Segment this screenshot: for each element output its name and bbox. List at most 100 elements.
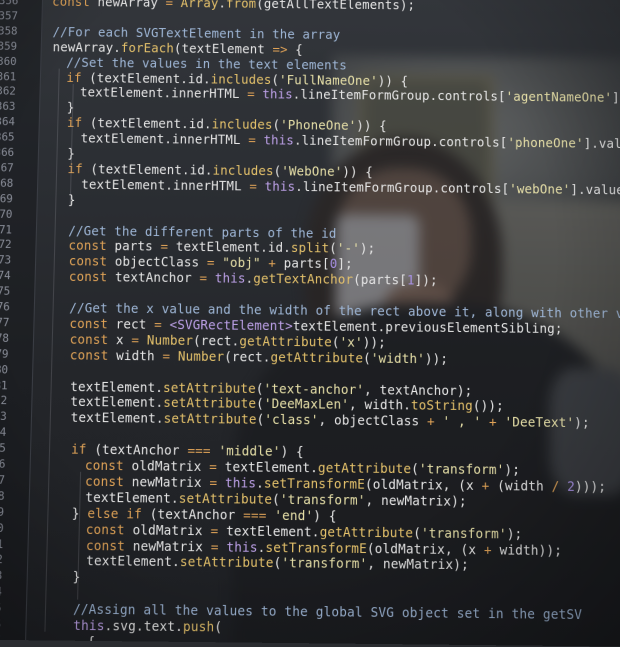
line-number: 384 <box>0 426 7 440</box>
code-token: 'PhoneOne' <box>280 118 357 134</box>
code-token: textElement. <box>70 410 164 427</box>
code-token: = <box>162 348 179 364</box>
line-number: 388 <box>0 489 5 503</box>
code-token: ()); <box>472 398 504 415</box>
code-token: "obj" <box>222 255 269 271</box>
line-number: 367 <box>0 161 14 175</box>
code-token: + <box>268 256 284 271</box>
code-token: push <box>182 619 215 635</box>
code-token: ( <box>256 396 265 412</box>
code-token: )); <box>362 334 386 350</box>
code-token: textElement. <box>85 489 179 506</box>
code-token: textAnchor <box>114 270 200 286</box>
line-number: 387 <box>0 473 6 487</box>
code-token: Array <box>180 0 219 11</box>
line-number: 377 <box>0 316 10 330</box>
monitor-photo: 356 const newArray = Array.from(getAllTex… <box>0 0 620 647</box>
code-token: this <box>224 475 257 491</box>
line-number: 361 <box>0 70 17 83</box>
code-token: 'agentNameOne' <box>505 89 613 106</box>
code-token: getTextAnchor <box>253 271 354 288</box>
code-token: 'middle' <box>218 443 281 460</box>
code-token: (oldMatrix, (x <box>364 476 482 494</box>
code-token: )) { <box>356 118 387 134</box>
code-token: ]; <box>337 256 353 272</box>
code-token: textElement. <box>86 553 181 570</box>
code-token: 'x' <box>339 334 363 350</box>
code-token: , textAnchor); <box>364 382 473 398</box>
code-token: from <box>225 0 257 11</box>
code-token: const <box>85 521 133 538</box>
code-token: ( <box>413 525 422 541</box>
code-token: forEach <box>120 40 175 56</box>
code-token: this <box>73 617 105 634</box>
line-number: 363 <box>0 100 16 114</box>
code-token: === <box>187 443 219 459</box>
code-token: const <box>69 331 117 348</box>
code-token: } <box>66 100 75 115</box>
code-token: = <box>154 317 170 333</box>
line-number: 397 <box>0 632 8 647</box>
code-text: } <box>67 100 75 116</box>
code-token: ( <box>272 491 280 507</box>
code-token: ); <box>574 415 590 431</box>
code-token: ); <box>504 462 520 478</box>
code-token: ); <box>506 526 523 542</box>
code-token: 'class' <box>264 412 319 428</box>
line-number: 369 <box>0 192 14 206</box>
code-token: . <box>256 475 265 491</box>
line-number: 358 <box>0 25 18 38</box>
code-token: if <box>70 442 95 458</box>
code-token: ].value; <box>583 136 620 152</box>
code-token: (parts[ <box>353 272 408 288</box>
code-token: + <box>481 478 498 494</box>
code-token: else if <box>87 505 150 522</box>
code-token: . <box>257 539 266 555</box>
code-token: = <box>209 459 225 475</box>
code-token: const <box>68 269 116 285</box>
code-token: textElement. <box>225 523 320 540</box>
code-token: (textAnchor <box>149 506 244 523</box>
line-number: 365 <box>0 131 15 144</box>
code-token: setAttribute <box>178 490 273 507</box>
code-token: ].value; <box>612 91 620 106</box>
code-token: oldMatrix <box>131 458 210 475</box>
code-editor: 356 const newArray = Array.from(getAllTex… <box>0 0 620 647</box>
line-number: 382 <box>0 394 8 408</box>
code-token: split <box>290 240 330 256</box>
code-token: = <box>249 178 265 194</box>
code-token: + <box>488 414 505 430</box>
line-number: 390 <box>0 521 4 535</box>
line-number: 359 <box>0 40 18 53</box>
code-token: { <box>87 634 96 647</box>
code-token: 2 <box>567 478 576 495</box>
line-number: 375 <box>0 285 11 299</box>
code-token: textElement. <box>70 394 164 411</box>
code-token: 'width' <box>370 350 425 367</box>
code-token: parts[ <box>283 256 330 272</box>
code-token: (textElement.id. <box>89 70 211 86</box>
code-token: 'DeeText' <box>504 414 575 431</box>
line-number: 392 <box>0 553 3 567</box>
code-token: = <box>247 87 263 102</box>
code-token: + <box>483 541 500 558</box>
line-number: 371 <box>0 223 13 237</box>
code-token: , newMatrix); <box>365 492 467 509</box>
code-token: setTransformE <box>263 475 366 492</box>
line-number: 374 <box>0 269 11 283</box>
line-number: 394 <box>0 585 3 599</box>
line-number: 381 <box>0 379 8 392</box>
code-token: this <box>214 271 246 287</box>
line-number: 376 <box>0 300 10 314</box>
code-token: textElement.id. <box>175 239 292 256</box>
code-token: const <box>84 458 132 474</box>
code-token: ( <box>411 461 419 477</box>
code-token: === <box>243 507 275 523</box>
code-token: this <box>264 179 296 194</box>
code-token: rect <box>115 316 155 332</box>
code-token: setAttribute <box>163 411 257 428</box>
code-token: ].value; <box>570 182 620 198</box>
code-token: const <box>68 254 115 270</box>
code-token: = <box>248 132 264 148</box>
line-number: 389 <box>0 505 5 519</box>
